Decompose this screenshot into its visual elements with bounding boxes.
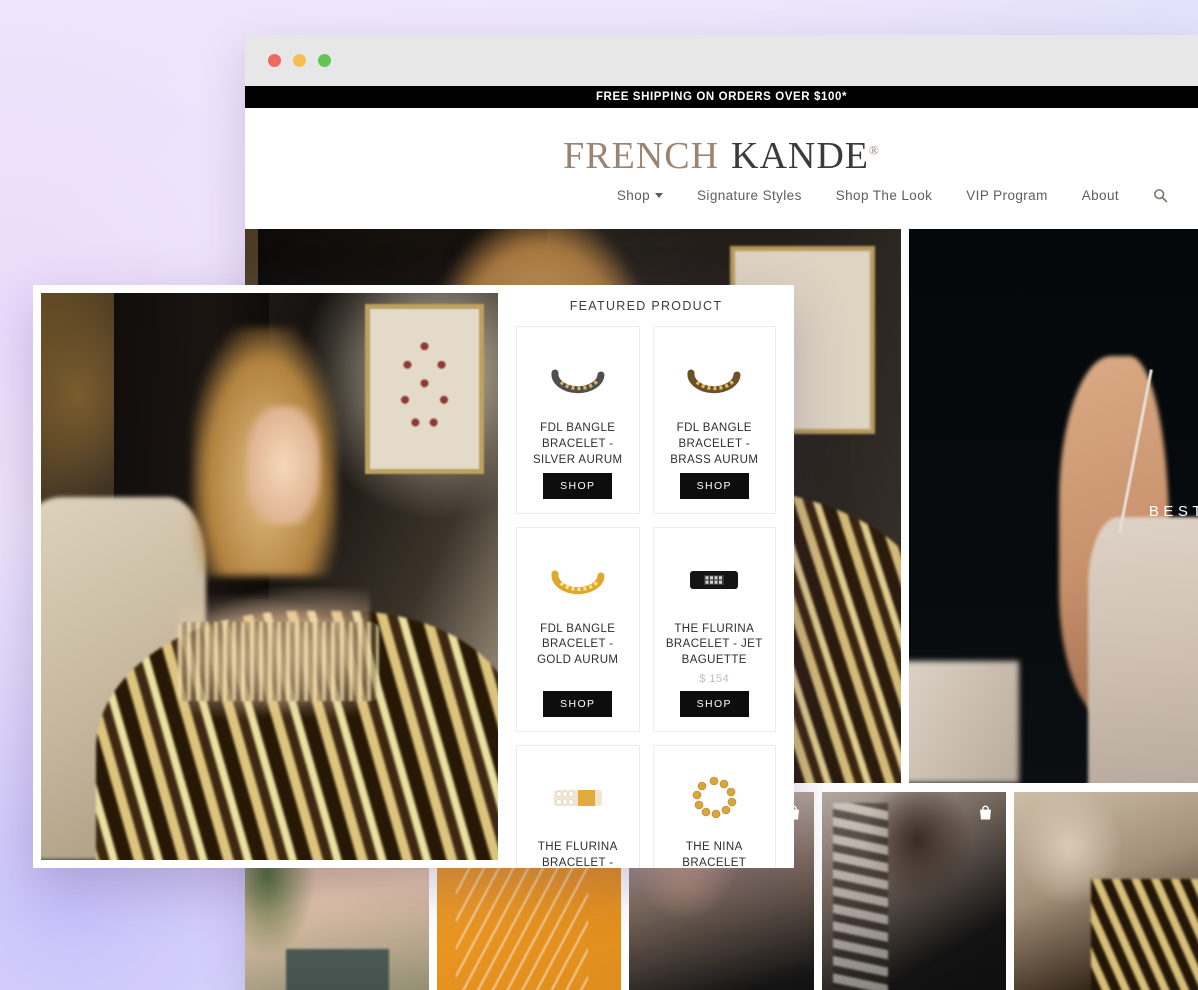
window-maximize-button[interactable]	[318, 54, 331, 67]
product-title: FDL BANGLE BRACELET - GOLD AURUM	[537, 622, 619, 667]
nav-item-shop[interactable]: Shop	[616, 188, 664, 203]
product-card[interactable]: THE NINA BRACELET SHOP	[652, 745, 776, 868]
hero-image-right[interactable]: BEST	[909, 229, 1198, 783]
hero-right-model-dress	[1088, 517, 1198, 783]
overlay-photo-framed-art	[365, 304, 485, 475]
overlay-photo-stacked-bracelets	[178, 621, 380, 702]
search-icon[interactable]	[1153, 188, 1168, 203]
product-card[interactable]: FDL BANGLE BRACELET - SILVER AURUM SHOP	[516, 326, 640, 514]
overlay-lifestyle-photo[interactable]	[41, 293, 498, 860]
bangle-bracelet-silver-icon	[525, 343, 631, 415]
chevron-down-icon	[655, 193, 664, 198]
shop-button[interactable]: SHOP	[543, 691, 613, 718]
featured-product-grid: FDL BANGLE BRACELET - SILVER AURUM SHOP …	[516, 326, 776, 868]
product-card[interactable]: THE FLURINA BRACELET - PEARL SHOP	[516, 745, 640, 868]
shop-button[interactable]: SHOP	[543, 472, 613, 499]
overlay-photo-container	[33, 285, 498, 868]
nav-item-about[interactable]: About	[1082, 188, 1119, 203]
featured-product-overlay: FEATURED PRODUCT FDL BANGLE BRACELET - S…	[33, 285, 794, 868]
bangle-bracelet-brass-icon	[662, 343, 768, 415]
flurina-bracelet-pearl-icon	[525, 762, 631, 834]
featured-product-panel: FEATURED PRODUCT FDL BANGLE BRACELET - S…	[498, 285, 794, 868]
logo-word-french: FRENCH	[563, 135, 720, 177]
shopping-bag-icon[interactable]	[785, 804, 802, 821]
product-card[interactable]: THE FLURINA BRACELET - JET BAGUETTE $ 15…	[652, 526, 776, 733]
strip-thumbnail-5[interactable]	[1013, 792, 1198, 990]
window-minimize-button[interactable]	[293, 54, 306, 67]
nav-item-signature-styles[interactable]: Signature Styles	[697, 188, 802, 203]
product-title: FDL BANGLE BRACELET - SILVER AURUM	[532, 422, 623, 466]
hero-right-cushion	[909, 661, 1019, 783]
nav-item-vip-program[interactable]: VIP Program	[966, 188, 1047, 203]
shop-button[interactable]: SHOP	[679, 691, 749, 718]
nav-item-shop-the-look[interactable]: Shop The Look	[836, 188, 933, 203]
logo-word-kande: KANDE	[731, 135, 869, 177]
announcement-bar: FREE SHIPPING ON ORDERS OVER $100*	[245, 86, 1198, 108]
overlay-photo-model-face	[246, 406, 320, 526]
nav-label-shop: Shop	[616, 188, 651, 203]
product-title: THE FLURINA BRACELET - JET BAGUETTE	[665, 622, 763, 667]
product-card[interactable]: FDL BANGLE BRACELET - BRASS AURUM SHOP	[652, 326, 776, 514]
shopping-bag-icon[interactable]	[977, 804, 994, 821]
nav-label-shop-the-look: Shop The Look	[835, 188, 933, 203]
browser-titlebar	[245, 35, 1198, 86]
window-close-button[interactable]	[268, 54, 281, 67]
featured-product-heading: FEATURED PRODUCT	[569, 299, 723, 313]
flurina-bracelet-jet-icon	[662, 544, 768, 616]
hero-right-caption: BEST	[1148, 503, 1198, 520]
product-title: THE NINA BRACELET	[682, 841, 747, 868]
product-title: THE FLURINA BRACELET - PEARL	[537, 841, 618, 868]
product-price: $ 154	[699, 673, 730, 686]
logo-trademark: ®	[869, 142, 880, 158]
product-title: FDL BANGLE BRACELET - BRASS AURUM	[670, 422, 759, 466]
announcement-text: FREE SHIPPING ON ORDERS OVER $100*	[595, 91, 848, 103]
strip-thumbnail-4[interactable]	[821, 792, 1006, 990]
overlay-photo-art-pattern	[394, 338, 456, 441]
product-card[interactable]: FDL BANGLE BRACELET - GOLD AURUM SHOP	[516, 526, 640, 733]
nina-bracelet-icon	[662, 762, 768, 834]
site-header: FRENCH KANDE® Shop Signature Styles Shop …	[245, 108, 1198, 229]
nav-label-signature-styles: Signature Styles	[697, 188, 802, 203]
nav-label-about: About	[1081, 188, 1119, 203]
main-navigation: Shop Signature Styles Shop The Look VIP …	[617, 188, 1168, 203]
bangle-bracelet-gold-icon	[525, 544, 631, 616]
site-logo[interactable]: FRENCH KANDE®	[245, 134, 1198, 178]
shop-button[interactable]: SHOP	[679, 472, 749, 499]
nav-label-vip-program: VIP Program	[966, 188, 1048, 203]
